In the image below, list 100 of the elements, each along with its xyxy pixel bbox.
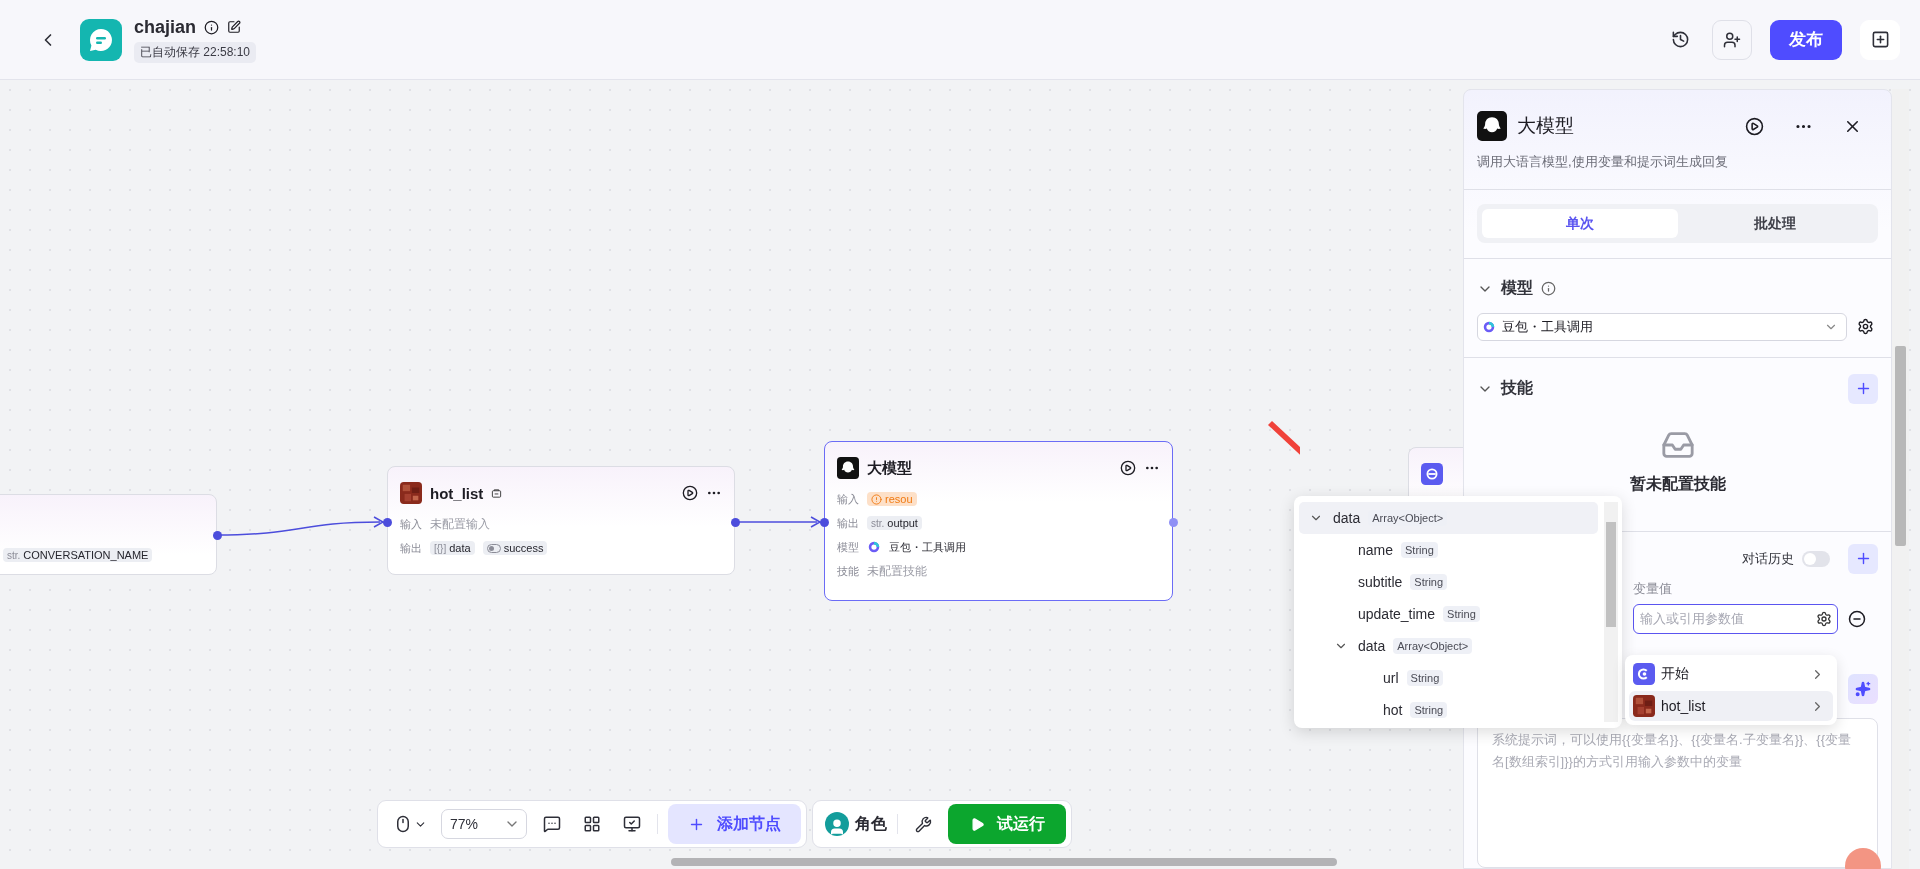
add-button[interactable] xyxy=(1860,19,1900,60)
ai-assist-button[interactable] xyxy=(1848,673,1878,704)
add-node-button[interactable]: 添加节点 xyxy=(668,804,801,844)
port-dot xyxy=(731,518,740,527)
port-dot xyxy=(820,518,829,527)
workflow-node[interactable]: str. CONVERSATION_NAME xyxy=(0,494,217,575)
mode-tab[interactable]: 单次 xyxy=(1482,209,1678,238)
add-skill-button[interactable] xyxy=(1848,373,1878,404)
app-title: chajian xyxy=(134,16,197,38)
mode-tab[interactable]: 批处理 xyxy=(1677,209,1873,238)
field-type: String xyxy=(1410,702,1448,718)
panel-description: 调用大语言模型,使用变量和提示词生成回复 xyxy=(1477,153,1729,171)
history-switch[interactable] xyxy=(1802,550,1830,567)
run-icon[interactable] xyxy=(1120,460,1136,476)
wrench-icon xyxy=(914,815,932,833)
field-type: String xyxy=(1443,606,1480,622)
toggle-icon xyxy=(486,543,501,553)
run-icon[interactable] xyxy=(1745,116,1764,136)
node-title: hot_list xyxy=(430,484,484,502)
port-dot xyxy=(383,518,392,527)
history-label: 对话历史 xyxy=(1742,549,1794,568)
row-value: 未配置技能 xyxy=(867,562,927,580)
workflow-node[interactable]: 大模型 输入 resou 输出 str. output 模型 豆包・工具调用 技能 未配置技能 xyxy=(824,441,1173,601)
section-title: 模型 xyxy=(1501,278,1533,299)
field-name: data xyxy=(1358,638,1386,654)
row-label: 模型 xyxy=(837,539,859,555)
tree-item[interactable]: url String xyxy=(1299,662,1598,694)
start-icon xyxy=(1633,663,1655,685)
tree-item[interactable]: name String xyxy=(1299,534,1598,566)
model-name: 豆包・工具调用 xyxy=(889,539,966,555)
add-input-button[interactable] xyxy=(1848,543,1878,574)
field-type: String xyxy=(1401,542,1438,558)
variable-tag: [{}] data xyxy=(430,541,475,555)
field-name: subtitle xyxy=(1358,574,1403,590)
run-icon[interactable] xyxy=(682,485,698,501)
tree-item[interactable]: data Array<Object> xyxy=(1299,630,1598,662)
prompt-field[interactable]: 系统提示词，可以使用{{变量名}}、{{变量名.子变量名}}、{{变量名[数组索引]}}的方式引用输入参数中的变量 xyxy=(1477,717,1878,868)
user-plus-icon xyxy=(1723,30,1741,49)
field-type: Array<Object> xyxy=(1393,638,1473,654)
node-title: 大模型 xyxy=(867,458,912,478)
row-label: 输出 xyxy=(400,540,422,556)
square-plus-icon xyxy=(1870,30,1890,49)
variable-tag: str. output xyxy=(867,516,922,530)
panel-title: 大模型 xyxy=(1517,114,1575,138)
workflow-icon xyxy=(1421,463,1443,485)
role-button[interactable]: 角色 xyxy=(825,812,887,836)
model-select[interactable]: 豆包・工具调用 xyxy=(1477,312,1847,341)
settings-icon[interactable] xyxy=(1857,318,1874,336)
section-title: 技能 xyxy=(1501,378,1533,399)
workflow-node[interactable]: hot_list 输入 未配置输入 输出 [{}] data success xyxy=(387,466,735,575)
row-label: 输入 xyxy=(837,491,859,507)
sparkle-icon xyxy=(1855,680,1871,697)
edit-icon[interactable] xyxy=(227,20,242,34)
variable-tag: resou xyxy=(867,492,917,506)
row-label: 输入 xyxy=(400,516,422,532)
empty-message: 暂未配置技能 xyxy=(1629,473,1726,494)
model-icon xyxy=(867,540,881,554)
tree-item[interactable]: update_time String xyxy=(1299,598,1598,630)
port-dot xyxy=(1169,518,1178,527)
field-type: String xyxy=(1410,574,1448,590)
field-name: data xyxy=(1333,510,1361,526)
publish-button[interactable]: 发布 xyxy=(1770,19,1842,60)
remove-icon[interactable] xyxy=(1848,609,1866,628)
mouse-icon xyxy=(394,815,412,833)
warning-icon xyxy=(871,493,882,505)
store-icon xyxy=(491,487,503,499)
row-value: 未配置输入 xyxy=(430,515,490,533)
field-name: update_time xyxy=(1358,606,1436,622)
autosave-status: 已自动保存 22:58:10 xyxy=(134,41,257,63)
history-icon xyxy=(1670,30,1690,49)
llm-icon xyxy=(837,457,859,479)
zoom-select[interactable]: 77% xyxy=(441,809,527,839)
field-type: String xyxy=(1406,670,1444,686)
port-dot xyxy=(213,531,222,540)
variable-tag: str. CONVERSATION_NAME xyxy=(3,548,153,562)
avatar-icon xyxy=(825,812,849,836)
menu-item[interactable]: hot_list xyxy=(1629,691,1833,721)
field-name: name xyxy=(1358,542,1394,558)
plugin-icon xyxy=(1633,695,1655,717)
model-icon xyxy=(1482,319,1496,334)
tree-item[interactable]: data Array<Object> xyxy=(1299,502,1598,534)
monitor-icon xyxy=(623,815,641,833)
row-label: 输出 xyxy=(837,515,859,531)
llm-icon xyxy=(1477,111,1507,141)
invite-button[interactable] xyxy=(1712,19,1752,60)
grid-icon xyxy=(583,815,601,833)
field-name: url xyxy=(1383,670,1399,686)
field-name: hot xyxy=(1383,702,1403,718)
plugin-icon xyxy=(400,482,422,504)
row-label: 技能 xyxy=(837,563,859,579)
play-icon xyxy=(969,816,985,832)
variable-tag: success xyxy=(482,541,548,555)
settings-icon[interactable] xyxy=(1816,610,1832,627)
comment-icon xyxy=(543,815,561,833)
info-icon[interactable] xyxy=(204,19,220,35)
app-logo xyxy=(80,18,122,61)
value-field[interactable]: 输入或引用参数值 xyxy=(1633,603,1838,634)
menu-item[interactable]: 开始 xyxy=(1629,659,1833,689)
tree-item[interactable]: subtitle String xyxy=(1299,566,1598,598)
column-label: 变量值 xyxy=(1633,579,1673,598)
